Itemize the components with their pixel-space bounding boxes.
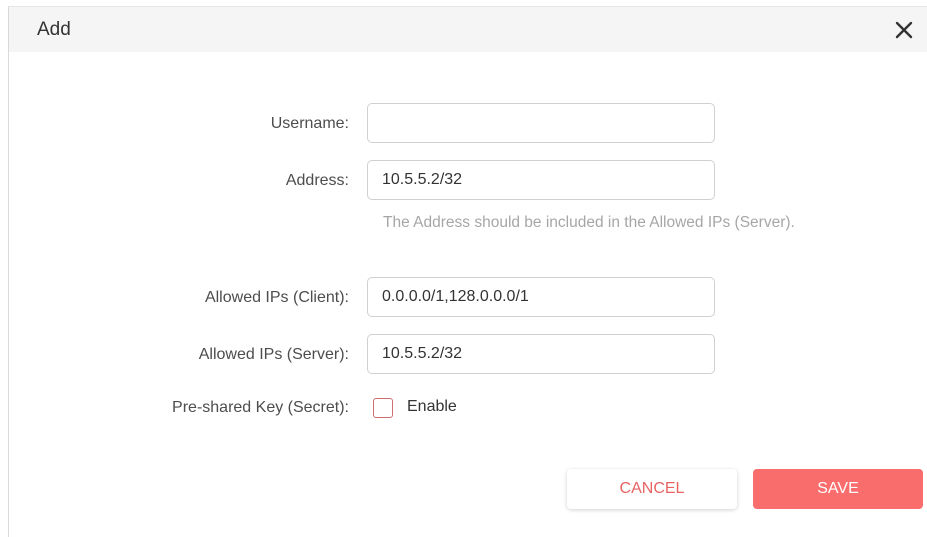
close-button[interactable]: [893, 19, 915, 41]
allowed-ips-server-label: Allowed IPs (Server):: [198, 346, 349, 363]
save-button[interactable]: SAVE: [753, 469, 923, 509]
preshared-key-checkbox[interactable]: [373, 398, 393, 418]
allowed-ips-server-input[interactable]: [367, 334, 715, 374]
dialog-title: Add: [37, 19, 71, 40]
allowed-ips-client-label: Allowed IPs (Client):: [204, 289, 349, 306]
preshared-key-enable-label[interactable]: Enable: [407, 398, 457, 416]
address-label: Address:: [285, 172, 349, 189]
dialog-header: Add: [9, 7, 927, 52]
username-label: Username:: [270, 115, 349, 132]
username-input[interactable]: [367, 103, 715, 143]
close-icon: [895, 21, 913, 39]
preshared-key-label: Pre-shared Key (Secret):: [172, 399, 349, 416]
address-input[interactable]: [367, 160, 715, 200]
address-hint: The Address should be included in the Al…: [383, 214, 795, 231]
add-dialog: Add Username: Address: The Address shoul…: [8, 6, 927, 537]
allowed-ips-client-input[interactable]: [367, 277, 715, 317]
cancel-button[interactable]: CANCEL: [567, 469, 737, 509]
